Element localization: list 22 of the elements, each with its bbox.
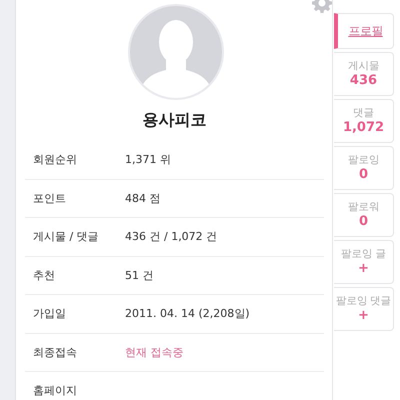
info-value: 484 점 xyxy=(125,190,160,206)
avatar-icon xyxy=(128,4,224,100)
user-name: 용사피코 xyxy=(142,109,208,131)
info-label: 게시물 / 댓글 xyxy=(33,229,100,244)
info-value: 2011. 04. 14 (2,208일) xyxy=(125,306,250,322)
info-value: 51 건 xyxy=(125,268,154,283)
info-label: 가입일 xyxy=(33,306,67,322)
profile-tab[interactable]: 댓글 1,072 xyxy=(334,99,394,143)
info-label: 홈페이지 xyxy=(33,383,78,398)
profile-tab[interactable]: 팔로잉 글 + xyxy=(334,240,394,284)
info-label: 회원순위 xyxy=(33,152,78,168)
info-value: 현재 접속중 xyxy=(125,344,184,360)
info-label: 추천 xyxy=(33,268,56,283)
profile-tab[interactable]: 게시물 436 xyxy=(334,52,394,96)
profile-tab[interactable]: 팔로잉 댓글 + xyxy=(334,287,394,331)
profile-tab[interactable]: 팔로워 0 xyxy=(334,193,394,237)
profile-tab[interactable]: 팔로잉 0 xyxy=(334,146,394,190)
info-value: 436 건 / 1,072 건 xyxy=(125,229,218,244)
profile-tab[interactable]: 프로필 xyxy=(334,13,394,49)
info-label: 포인트 xyxy=(33,190,67,206)
info-value: 1,371 위 xyxy=(125,152,171,168)
info-label: 최종접속 xyxy=(33,344,78,360)
